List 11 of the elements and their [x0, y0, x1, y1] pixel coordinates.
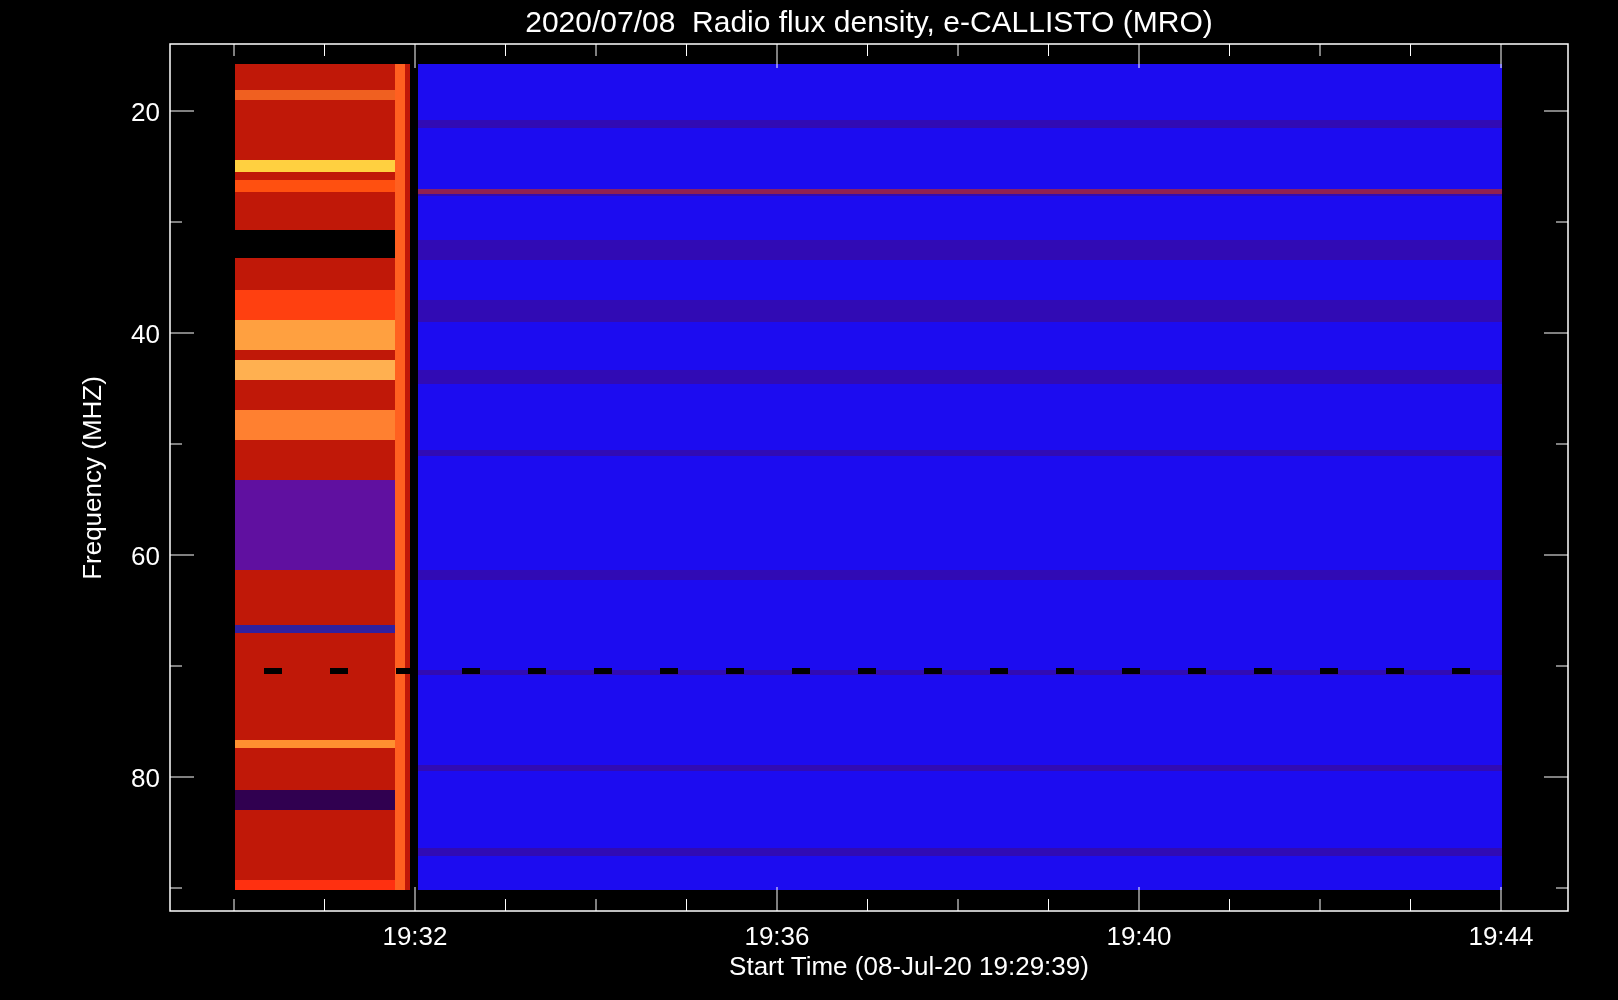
x-tick-label: 19:40 — [1106, 921, 1172, 951]
y-tick-label: 40 — [131, 319, 160, 349]
x-axis-label: Start Time (08-Jul-20 19:29:39) — [729, 951, 1089, 981]
y-tick-label: 60 — [131, 541, 160, 571]
y-tick-label: 80 — [131, 763, 160, 793]
y-axis-label: Frequency (MHZ) — [77, 376, 107, 580]
y-tick-label: 20 — [131, 97, 160, 127]
x-tick-label: 19:32 — [382, 921, 448, 951]
x-tick-label: 19:44 — [1468, 921, 1534, 951]
x-tick-label: 19:36 — [744, 921, 810, 951]
chart-title: 2020/07/08 Radio flux density, e-CALLISTO (MRO) — [525, 5, 1213, 38]
